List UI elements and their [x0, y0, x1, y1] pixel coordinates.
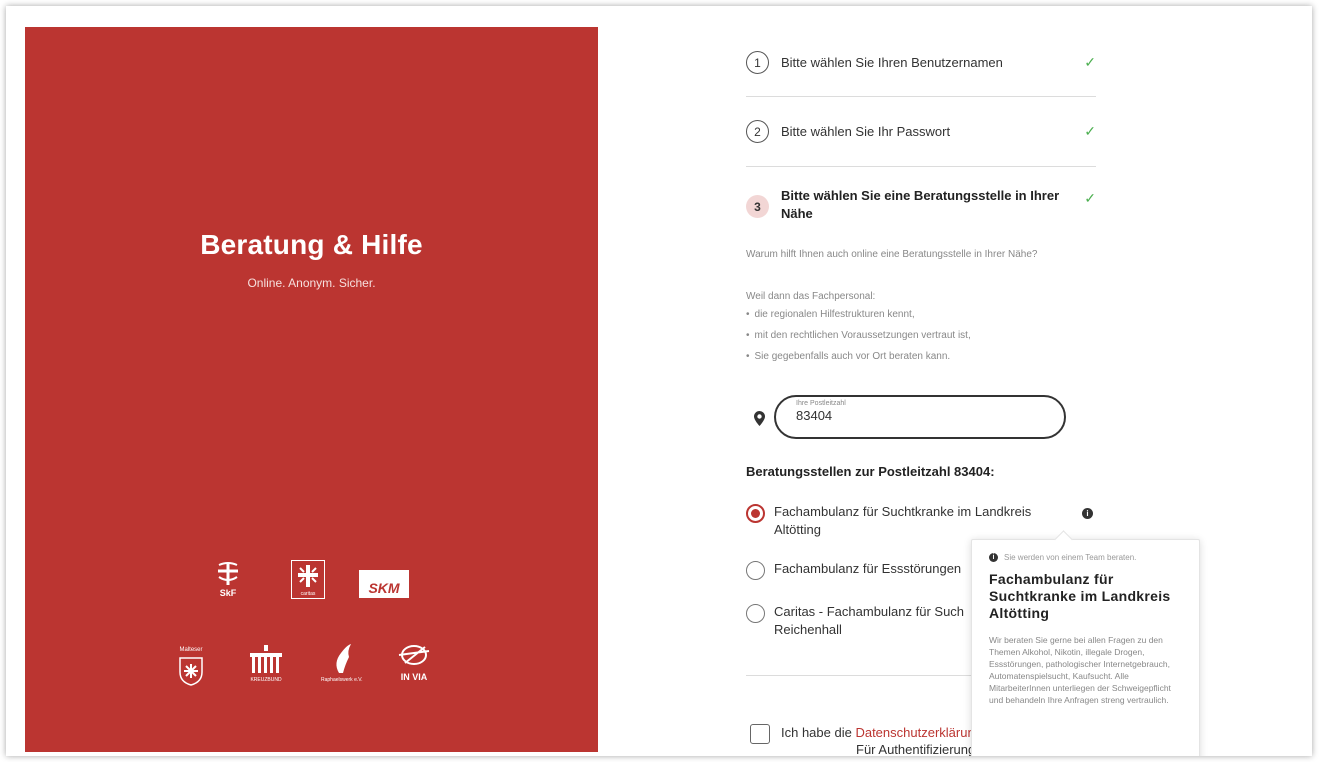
skf-emblem-icon: [218, 562, 238, 585]
info-intro: Weil dann das Fachpersonal:: [746, 291, 876, 302]
postal-code-field[interactable]: Ihre Postleitzahl: [774, 395, 1066, 439]
brand-panel: Beratung & Hilfe Online. Anonym. Sicher.…: [25, 27, 598, 752]
caritas-logo: caritas: [291, 560, 325, 599]
skf-logo-text: SkF: [219, 588, 237, 598]
info-bullet: Sie gegebenfalls auch vor Ort beraten ka…: [746, 349, 971, 370]
brand-title: Beratung & Hilfe: [200, 229, 423, 260]
malteser-logo: Malteser: [178, 647, 204, 686]
divider: [746, 96, 1096, 97]
map-pin-icon: [754, 411, 765, 426]
privacy-checkbox[interactable]: [750, 724, 770, 744]
info-icon[interactable]: i: [1082, 508, 1093, 519]
step-number: 3: [746, 195, 769, 218]
tooltip-header-text: Sie werden von einem Team beraten.: [1004, 553, 1137, 562]
consent-text: Ich habe die Datenschutzerklärung: [781, 724, 982, 742]
tooltip-body: Wir beraten Sie gerne bei allen Fragen z…: [989, 635, 1171, 705]
caritas-logo-text: caritas: [300, 590, 316, 597]
option-label: Fachambulanz für Suchtkranke im Landkrei…: [774, 503, 1031, 539]
option-line: Fachambulanz für Suchtkranke im Landkrei…: [774, 504, 1032, 519]
caritas-flame-cross-icon: [298, 564, 318, 587]
tooltip-header: i Sie werden von einem Team beraten.: [989, 553, 1182, 562]
raphaelswerk-logo-text: Raphaelswerk e.V.: [321, 677, 363, 683]
step-label: Bitte wählen Sie eine Beratungsstelle in…: [781, 188, 1060, 221]
tooltip-title: Fachambulanz für Suchtkranke im Landkrei…: [989, 571, 1171, 621]
consent-prefix: Ich habe die: [781, 725, 856, 740]
option-label: Caritas - Fachambulanz für Such Reichenh…: [774, 603, 964, 639]
malteser-shield-icon: [179, 657, 203, 686]
step-password[interactable]: 2 Bitte wählen Sie Ihr Passwort ✓: [746, 120, 1096, 143]
step-label: Bitte wählen Sie Ihr Passwort: [781, 124, 951, 139]
kreuzbund-logo: KREUZBUND: [246, 645, 286, 683]
info-icon: i: [989, 553, 998, 562]
option-line: Caritas - Fachambulanz für Such: [774, 604, 965, 619]
raphaelswerk-wing-icon: [336, 644, 351, 673]
invia-logo: IN VIA: [395, 641, 433, 682]
counseling-option[interactable]: Fachambulanz für Essstörungen: [746, 560, 961, 580]
radio-button[interactable]: [746, 561, 765, 580]
postal-code-label: Ihre Postleitzahl: [796, 400, 846, 407]
skm-logo-text: SKM: [359, 570, 409, 598]
option-line: Reichenhall: [774, 622, 842, 637]
results-heading: Beratungsstellen zur Postleitzahl 83404:: [746, 464, 995, 479]
privacy-policy-link[interactable]: Datenschutzerklärung: [855, 725, 981, 740]
radio-button[interactable]: [746, 604, 765, 623]
invia-bird-icon: [398, 645, 430, 665]
raphaelswerk-logo: Raphaelswerk e.V.: [321, 643, 363, 683]
radio-button-selected[interactable]: [746, 504, 765, 523]
check-icon: ✓: [1084, 54, 1096, 70]
counseling-option[interactable]: Fachambulanz für Suchtkranke im Landkrei…: [746, 503, 1031, 539]
skm-logo: SKM: [359, 570, 409, 598]
step-label: Bitte wählen Sie Ihren Benutzernamen: [781, 55, 1003, 70]
consent-second-line: Für Authentifizierung: [856, 742, 976, 756]
info-bullet: mit den rechtlichen Voraussetzungen vert…: [746, 328, 971, 349]
info-question: Warum hilft Ihnen auch online eine Berat…: [746, 249, 1038, 260]
step-number: 1: [746, 51, 769, 74]
step-number: 2: [746, 120, 769, 143]
counseling-center-tooltip: i Sie werden von einem Team beraten. Fac…: [971, 539, 1200, 756]
postal-code-input[interactable]: [796, 408, 1044, 423]
browser-frame: Beratung & Hilfe Online. Anonym. Sicher.…: [6, 6, 1312, 756]
counseling-option[interactable]: Caritas - Fachambulanz für Such Reichenh…: [746, 603, 964, 639]
step-counseling-center[interactable]: 3 Bitte wählen Sie eine Beratungsstelle …: [746, 187, 1096, 223]
info-list: die regionalen Hilfestrukturen kennt, mi…: [746, 307, 971, 370]
invia-logo-text: IN VIA: [400, 672, 428, 682]
kreuzbund-logo-text: KREUZBUND: [250, 677, 282, 683]
info-bullet: die regionalen Hilfestrukturen kennt,: [746, 307, 971, 328]
skf-logo: SkF: [213, 561, 243, 598]
check-icon: ✓: [1084, 123, 1096, 139]
step-username[interactable]: 1 Bitte wählen Sie Ihren Benutzernamen ✓: [746, 51, 1096, 74]
option-label: Fachambulanz für Essstörungen: [774, 561, 962, 576]
brand-subtitle: Online. Anonym. Sicher.: [247, 276, 376, 290]
kreuzbund-people-icon: [250, 645, 282, 673]
check-icon: ✓: [1084, 190, 1096, 206]
divider: [746, 166, 1096, 167]
option-line: Altötting: [774, 522, 821, 537]
malteser-logo-text: Malteser: [179, 647, 203, 653]
privacy-consent[interactable]: Ich habe die Datenschutzerklärung: [750, 724, 982, 744]
